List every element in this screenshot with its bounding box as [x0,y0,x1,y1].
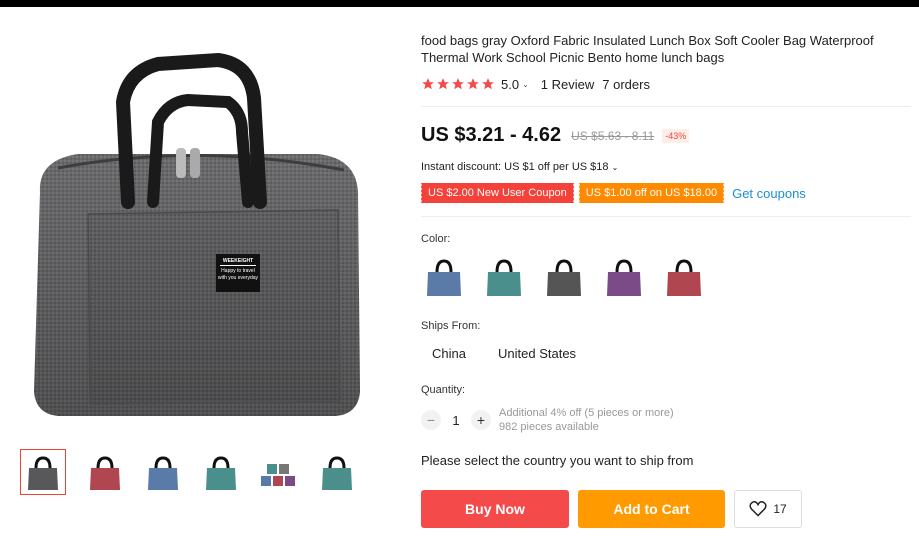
brand-tag-line: Happy to travel [221,268,255,274]
color-swatch-purple[interactable] [601,251,647,305]
ship-message: Please select the country you want to sh… [421,453,694,468]
top-bar [0,0,919,7]
quantity-label: Quantity: [421,384,466,396]
chevron-down-icon: ⌄ [611,163,619,172]
color-swatch-blue[interactable] [421,251,467,305]
rating-row: 5.0 ⌄ 1 Review 7 orders [421,75,650,93]
ship-option-china[interactable]: China [432,346,466,361]
quantity-info: Additional 4% off (5 pieces or more) 982… [499,406,674,434]
divider [421,216,911,217]
star-icon [437,78,449,90]
wishlist-count: 17 [773,502,787,516]
thumbnail-teal[interactable] [198,449,244,495]
thumbnail-red[interactable] [82,449,128,495]
reviews-link[interactable]: 1 Review [541,77,594,92]
minus-icon[interactable]: − [421,410,441,430]
divider [421,106,911,107]
orders-count: 7 orders [602,76,650,92]
rating-value[interactable]: 5.0 [501,77,519,92]
bulk-discount-note: Additional 4% off (5 pieces or more) [499,407,674,419]
original-price: US $5.63 - 8.11 [571,128,655,143]
thumbnail-multi[interactable] [256,449,302,495]
color-label: Color: [421,233,451,245]
quantity-stepper: − 1 + Additional 4% off (5 pieces or mor… [421,406,674,434]
star-icon [482,78,494,90]
plus-icon[interactable]: + [471,410,491,430]
coupon-row: US $2.00 New User Coupon US $1.00 off on… [420,183,806,203]
wishlist-button[interactable]: 17 [734,490,802,528]
thumbnail-gray[interactable] [20,449,66,495]
chevron-down-icon[interactable]: ⌄ [522,80,529,89]
star-icon [422,78,434,90]
price: US $3.21 - 4.62 [421,124,562,146]
ship-option-us[interactable]: United States [498,346,576,361]
thumbnail-strip [20,449,370,499]
thumbnail-teal-2[interactable] [314,449,360,495]
main-product-image[interactable]: WEEKEIGHT Happy to travel with you every… [18,42,370,430]
new-user-coupon[interactable]: US $2.00 New User Coupon [420,183,574,203]
thumbnail-blue[interactable] [140,449,186,495]
discount-badge: -43% [662,128,690,143]
star-icon [467,78,479,90]
color-options [421,251,707,305]
store-coupon[interactable]: US $1.00 off on US $18.00 [577,183,725,203]
get-coupons-link[interactable]: Get coupons [732,186,806,201]
color-swatch-red[interactable] [661,251,707,305]
color-swatch-teal[interactable] [481,251,527,305]
brand-tag-line: with you everyday [217,275,259,281]
price-row: US $3.21 - 4.62 US $5.63 - 8.11 -43% [421,124,690,147]
available-count: 982 pieces available [499,421,599,433]
brand-tag-name: WEEKEIGHT [220,258,256,266]
heart-icon [749,501,767,517]
buy-now-button[interactable]: Buy Now [421,490,569,528]
star-icon [452,78,464,90]
quantity-input[interactable]: 1 [441,413,471,428]
color-swatch-gray[interactable] [541,251,587,305]
product-title: food bags gray Oxford Fabric Insulated L… [421,33,874,65]
ships-from-label: Ships From: [421,320,481,332]
instant-discount-text: Instant discount: US $1 off per US $18 [421,161,609,173]
add-to-cart-button[interactable]: Add to Cart [578,490,725,528]
star-rating [421,77,495,91]
instant-discount[interactable]: Instant discount: US $1 off per US $18 ⌄ [421,161,618,173]
